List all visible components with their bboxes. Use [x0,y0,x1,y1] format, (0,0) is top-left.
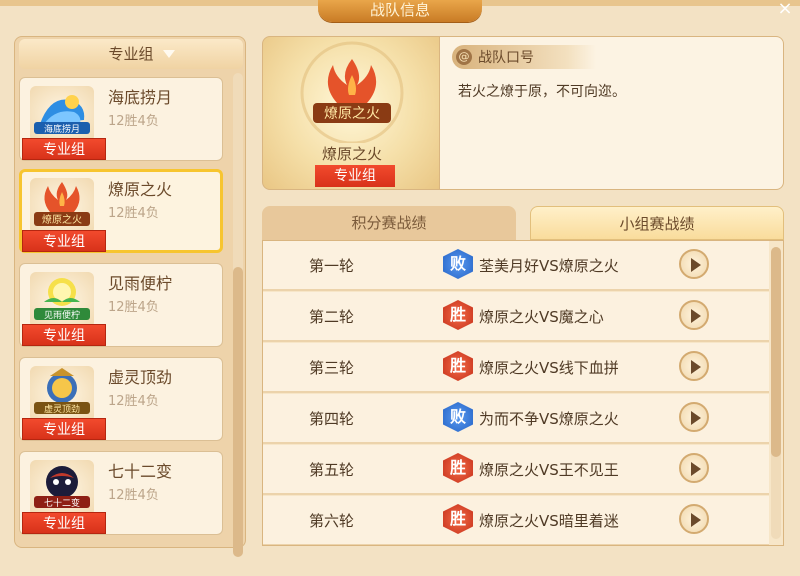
win-badge-icon: 胜 [443,453,473,483]
team-tag: 专业组 [22,324,106,346]
play-icon [691,258,701,272]
match-text: 燎原之火VS王不见王 [479,461,619,479]
round-label: 第二轮 [309,308,355,326]
win-badge-icon: 胜 [443,504,473,534]
play-replay-button[interactable] [679,351,709,381]
team-card[interactable]: 海底捞月 专业组 海底捞月 12胜4负 [19,77,223,161]
team-record: 12胜4负 [108,488,159,503]
round-label: 第三轮 [309,359,355,377]
match-text: 燎原之火VS线下血拼 [479,359,619,377]
round-label: 第六轮 [309,512,355,530]
play-icon [691,462,701,476]
match-row: 第一轮 败 荃美月好VS燎原之火 [263,241,769,291]
window-title: 战队信息 [318,0,482,22]
team-list-scrollbar[interactable] [233,267,243,557]
play-replay-button[interactable] [679,249,709,279]
slogan-header-label: 战队口号 [478,50,534,66]
svg-text:燎原之火: 燎原之火 [324,106,380,122]
play-replay-button[interactable] [679,453,709,483]
chevron-down-icon [163,50,175,58]
slogan-header: @ 战队口号 [452,45,596,69]
play-icon [691,309,701,323]
match-row: 第三轮 胜 燎原之火VS线下血拼 [263,343,769,393]
team-list-panel: 专业组 海底捞月 专业组 海底捞月 12胜4负 燎原之火 专业组 燎原之火 12… [14,36,246,557]
match-text: 燎原之火VS暗里着迷 [479,512,619,530]
slogan-panel: @ 战队口号 若火之燎于原，不可向迩。 [440,36,784,190]
team-tag: 专业组 [22,138,106,160]
team-tag: 专业组 [22,230,106,252]
match-text: 燎原之火VS魔之心 [479,308,604,326]
team-card[interactable]: 虚灵顶劲 专业组 虚灵顶劲 12胜4负 [19,357,223,441]
team-banner-tag: 专业组 [315,165,395,187]
match-text: 荃美月好VS燎原之火 [479,257,619,275]
team-banner: 燎原之火 燎原之火 专业组 [262,36,440,190]
team-logo-jianyubianning: 见雨便柠 [30,272,94,328]
team-name: 燎原之火 [108,180,173,199]
win-badge-icon: 胜 [443,300,473,330]
team-name: 海底捞月 [108,88,173,107]
play-replay-button[interactable] [679,504,709,534]
team-tag: 专业组 [22,512,106,534]
group-selector[interactable]: 专业组 [19,39,243,69]
team-logo-xulingdingjin: 虚灵顶劲 [30,366,94,422]
match-text: 为而不争VS燎原之火 [479,410,619,428]
group-selector-label: 专业组 [108,45,154,63]
slogan-text: 若火之燎于原，不可向迩。 [458,84,626,100]
team-logo-liaoyuanzhihuo: 燎原之火 [30,178,94,234]
round-label: 第四轮 [309,410,355,428]
round-label: 第一轮 [309,257,355,275]
team-name: 七十二变 [108,462,173,481]
play-icon [691,411,701,425]
play-icon [691,360,701,374]
team-tag: 专业组 [22,418,106,440]
svg-text:虚灵顶劲: 虚灵顶劲 [44,403,80,415]
svg-text:七十二变: 七十二变 [44,497,80,509]
svg-text:燎原之火: 燎原之火 [42,213,82,226]
round-label: 第五轮 [309,461,355,479]
svg-text:海底捞月: 海底捞月 [44,123,80,135]
svg-text:见雨便柠: 见雨便柠 [44,309,80,321]
match-row: 第五轮 胜 燎原之火VS王不见王 [263,445,769,495]
play-icon [691,513,701,527]
team-emblem: 燎原之火 [300,41,404,145]
team-record: 12胜4负 [108,114,159,129]
close-icon[interactable]: × [772,0,798,20]
team-record: 12胜4负 [108,394,159,409]
team-card-selected[interactable]: 燎原之火 专业组 燎原之火 12胜4负 [19,169,223,253]
match-row: 第四轮 败 为而不争VS燎原之火 [263,394,769,444]
team-banner-name: 燎原之火 [321,145,382,163]
swirl-icon: @ [456,49,472,65]
match-list-scrollbar[interactable] [771,247,781,457]
team-name: 虚灵顶劲 [108,368,173,387]
team-card[interactable]: 见雨便柠 专业组 见雨便柠 12胜4负 [19,263,223,347]
tab-group-record[interactable]: 小组赛战绩 [530,206,784,240]
match-row: 第二轮 胜 燎原之火VS魔之心 [263,292,769,342]
team-record: 12胜4负 [108,206,159,221]
team-name: 见雨便柠 [108,274,173,293]
team-card[interactable]: 七十二变 专业组 七十二变 12胜4负 [19,451,223,535]
lose-badge-icon: 败 [443,402,473,432]
play-replay-button[interactable] [679,300,709,330]
lose-badge-icon: 败 [443,249,473,279]
play-replay-button[interactable] [679,402,709,432]
win-badge-icon: 胜 [443,351,473,381]
tab-points-record[interactable]: 积分赛战绩 [262,206,516,240]
team-logo-haidilaoyue: 海底捞月 [30,86,94,142]
match-row: 第六轮 胜 燎原之火VS暗里着迷 [263,496,769,545]
match-list: 第一轮 败 荃美月好VS燎原之火 第二轮 胜 燎原之火VS魔之心 第三轮 胜 燎… [262,240,784,546]
team-record: 12胜4负 [108,300,159,315]
team-logo-qishierbian: 七十二变 [30,460,94,516]
